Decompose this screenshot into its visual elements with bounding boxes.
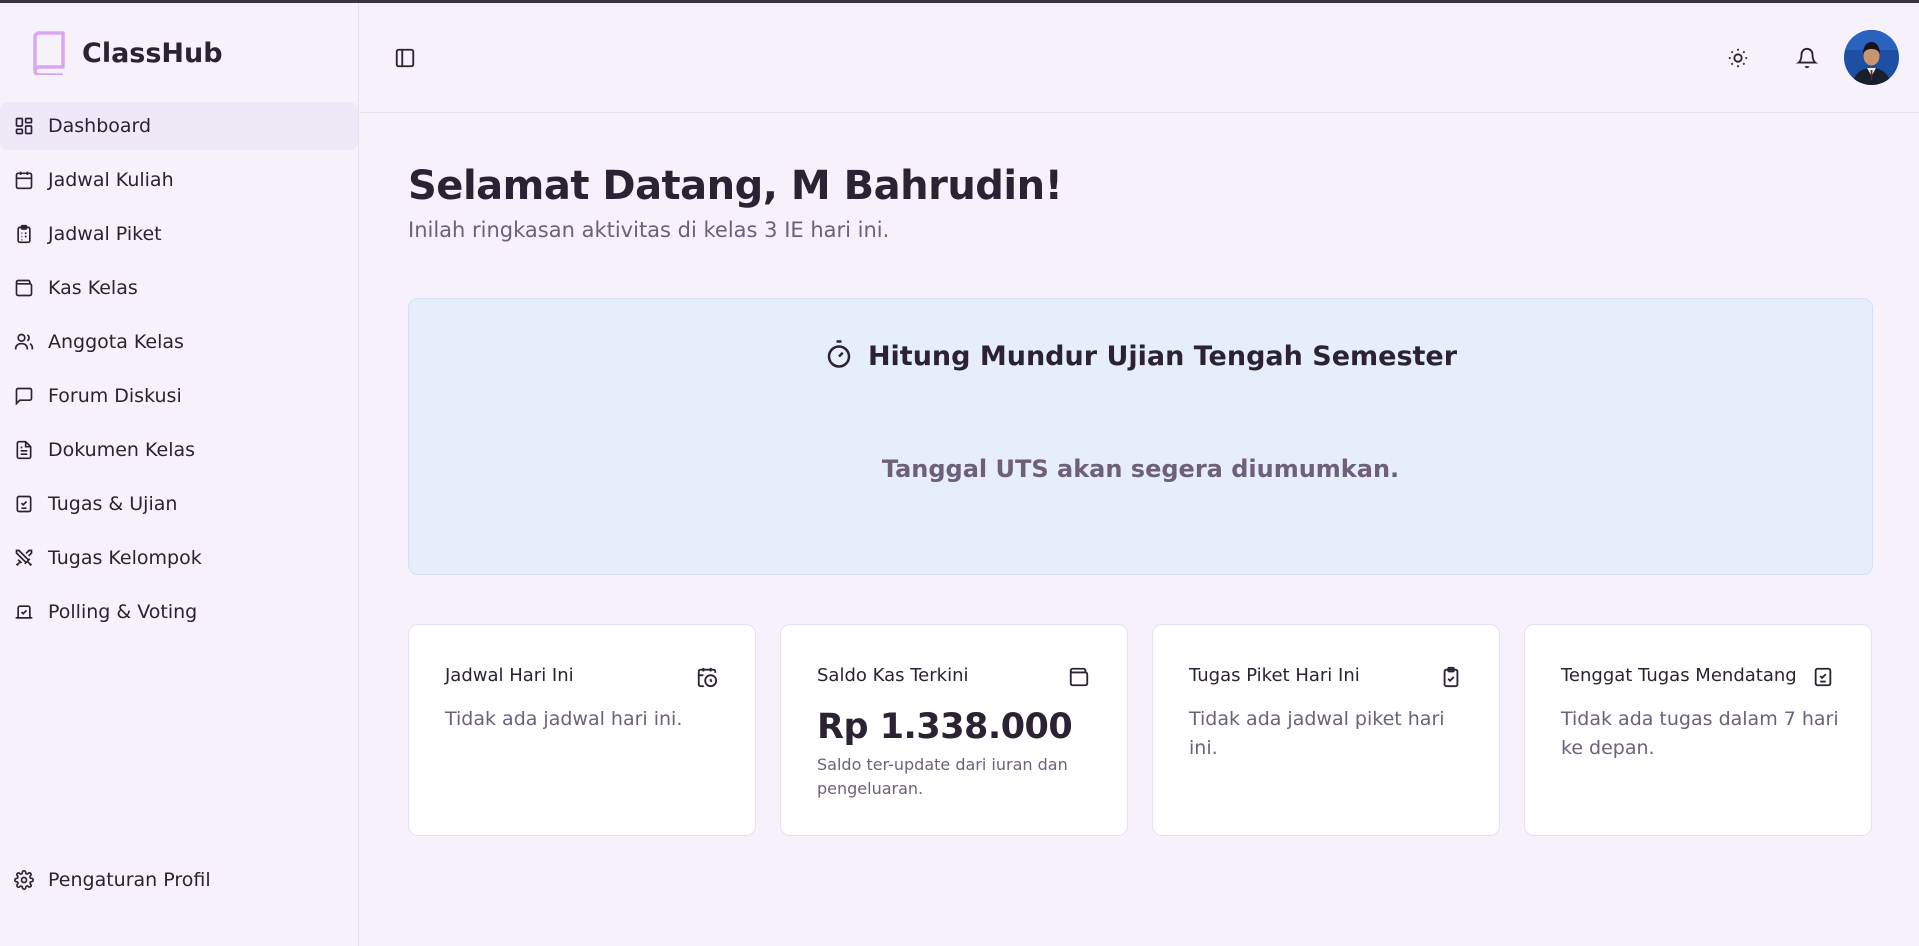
sidebar-item-label: Jadwal Piket <box>48 223 162 245</box>
book-icon <box>29 30 67 76</box>
sidebar-item-tugas-kelompok[interactable]: Tugas Kelompok <box>0 534 358 582</box>
checklist-icon <box>13 493 35 515</box>
sun-icon[interactable] <box>1724 44 1752 72</box>
sidebar-item-label: Kas Kelas <box>48 277 138 299</box>
countdown-title: Hitung Mundur Ujian Tengah Semester <box>867 340 1458 372</box>
sidebar-item-kas-kelas[interactable]: Kas Kelas <box>0 264 358 312</box>
card-title: Tugas Piket Hari Ini <box>1189 665 1360 686</box>
countdown-header: Hitung Mundur Ujian Tengah Semester <box>409 339 1872 373</box>
document-icon <box>13 439 35 461</box>
card-jadwal-hari-ini[interactable]: Jadwal Hari Ini Tidak ada jadwal hari in… <box>408 624 756 836</box>
sidebar-bottom: Pengaturan Profil <box>0 856 358 910</box>
exam-countdown-panel: Hitung Mundur Ujian Tengah Semester Tang… <box>408 298 1873 575</box>
sidebar-item-label: Forum Diskusi <box>48 385 182 407</box>
card-text: Tidak ada tugas dalam 7 hari ke depan. <box>1561 708 1839 759</box>
card-tenggat-tugas[interactable]: Tenggat Tugas Mendatang Tidak ada tugas … <box>1524 624 1872 836</box>
countdown-message: Tanggal UTS akan segera diumumkan. <box>881 455 1400 483</box>
chat-icon <box>13 385 35 407</box>
card-text: Tidak ada jadwal piket hari ini. <box>1189 708 1445 759</box>
sidebar-item-label: Tugas Kelompok <box>48 547 202 569</box>
sidebar-nav: Dashboard Jadwal Kuliah Jadwal Piket Kas… <box>0 102 358 642</box>
brand[interactable]: ClassHub <box>29 29 223 77</box>
sidebar-item-label: Dashboard <box>48 115 152 137</box>
balance-note: Saldo ter-update dari iuran dan pengelua… <box>817 755 1068 798</box>
card-saldo-kas[interactable]: Saldo Kas Terkini Rp 1.338.000 Saldo ter… <box>780 624 1128 836</box>
card-title: Tenggat Tugas Mendatang <box>1561 665 1797 686</box>
card-title: Jadwal Hari Ini <box>445 665 574 686</box>
sidebar-item-label: Tugas & Ujian <box>48 493 178 515</box>
sidebar-item-label: Polling & Voting <box>48 601 198 623</box>
dashboard-icon <box>13 115 35 137</box>
wallet-icon <box>1067 665 1091 689</box>
page-title: Selamat Datang, M Bahrudin! <box>408 163 1063 209</box>
calendar-icon <box>13 169 35 191</box>
sidebar-item-forum-diskusi[interactable]: Forum Diskusi <box>0 372 358 420</box>
sidebar-toggle-icon[interactable] <box>392 45 418 71</box>
top-header <box>360 3 1919 113</box>
sidebar-item-dashboard[interactable]: Dashboard <box>0 102 358 150</box>
avatar[interactable] <box>1844 30 1899 85</box>
card-tugas-piket[interactable]: Tugas Piket Hari Ini Tidak ada jadwal pi… <box>1152 624 1500 836</box>
sidebar: ClassHub Dashboard Jadwal Kuliah Jadwal … <box>0 3 359 946</box>
users-icon <box>13 331 35 353</box>
sidebar-item-jadwal-piket[interactable]: Jadwal Piket <box>0 210 358 258</box>
sidebar-item-label: Dokumen Kelas <box>48 439 196 461</box>
sidebar-item-jadwal-kuliah[interactable]: Jadwal Kuliah <box>0 156 358 204</box>
swords-icon <box>13 547 35 569</box>
wallet-icon <box>13 277 35 299</box>
timer-icon <box>824 339 854 373</box>
sidebar-item-tugas-ujian[interactable]: Tugas & Ujian <box>0 480 358 528</box>
page-subtitle: Inilah ringkasan aktivitas di kelas 3 IE… <box>408 218 890 242</box>
checklist-icon <box>1811 665 1835 689</box>
sidebar-item-dokumen-kelas[interactable]: Dokumen Kelas <box>0 426 358 474</box>
gear-icon <box>13 869 35 891</box>
sidebar-item-pengaturan-profil[interactable]: Pengaturan Profil <box>0 856 358 904</box>
balance-amount: Rp 1.338.000 <box>817 707 1073 747</box>
calendar-clock-icon <box>695 665 719 689</box>
card-text: Tidak ada jadwal hari ini. <box>445 708 683 730</box>
sidebar-item-label: Anggota Kelas <box>48 331 184 353</box>
brand-name: ClassHub <box>82 37 223 69</box>
sidebar-item-label: Jadwal Kuliah <box>48 169 174 191</box>
clipboard-check-icon <box>1439 665 1463 689</box>
sidebar-item-polling-voting[interactable]: Polling & Voting <box>0 588 358 636</box>
vote-icon <box>13 601 35 623</box>
bell-icon[interactable] <box>1793 44 1821 72</box>
summary-cards: Jadwal Hari Ini Tidak ada jadwal hari in… <box>408 624 1874 836</box>
sidebar-item-label: Pengaturan Profil <box>48 869 211 891</box>
card-title: Saldo Kas Terkini <box>817 665 969 686</box>
sidebar-item-anggota-kelas[interactable]: Anggota Kelas <box>0 318 358 366</box>
clipboard-list-icon <box>13 223 35 245</box>
